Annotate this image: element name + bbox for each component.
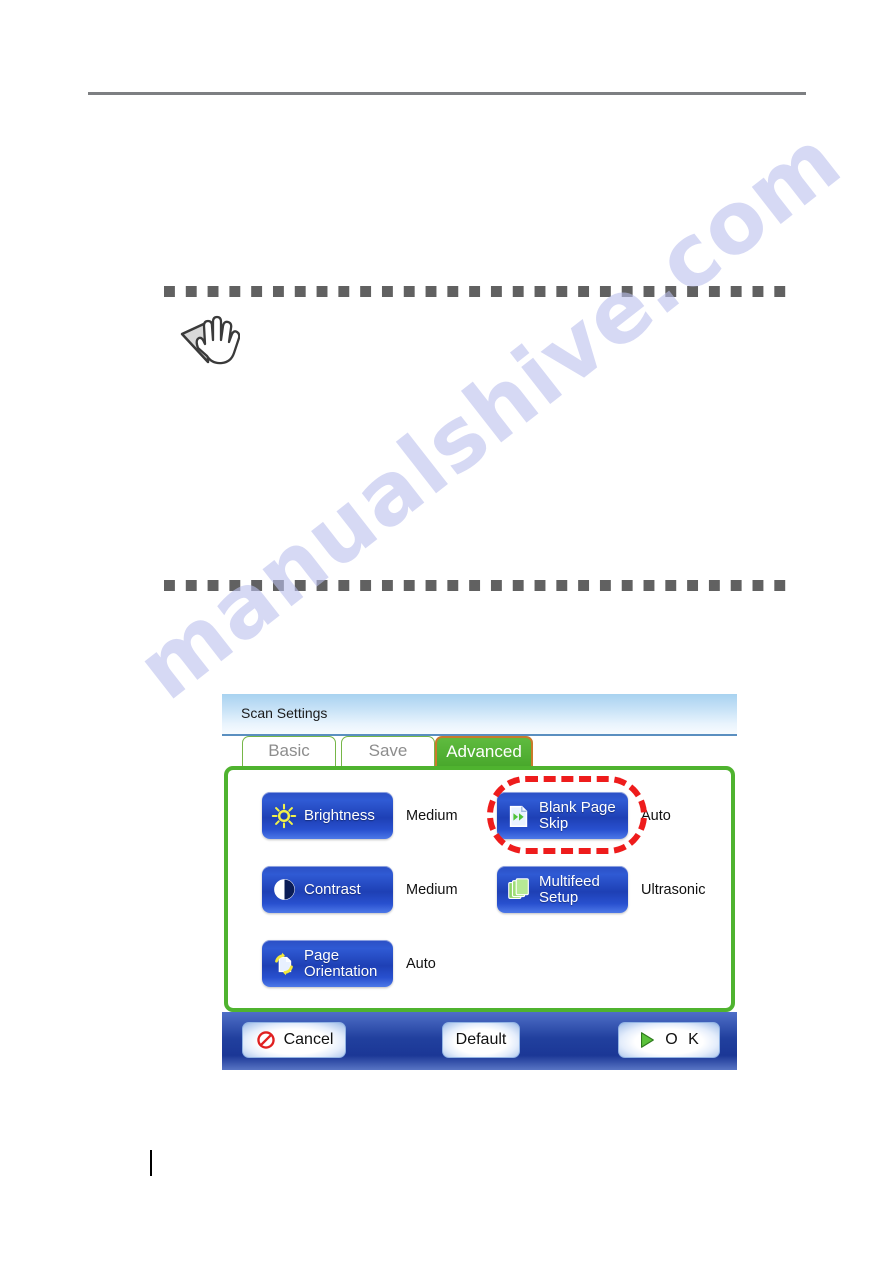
setting-row-contrast: Contrast Medium xyxy=(262,866,458,913)
contrast-value: Medium xyxy=(406,881,458,898)
multifeed-setup-value: Ultrasonic xyxy=(641,881,706,898)
cancel-button[interactable]: Cancel xyxy=(242,1022,346,1058)
sun-icon xyxy=(269,801,299,831)
default-button-label: Default xyxy=(455,1031,507,1048)
stacked-pages-icon xyxy=(504,875,534,905)
hand-pointer-icon xyxy=(178,312,241,368)
tab-basic[interactable]: Basic xyxy=(242,736,336,766)
page-orientation-label-line2: Orientation xyxy=(304,962,378,980)
brightness-button[interactable]: Brightness xyxy=(262,792,393,839)
dialog-header: Scan Settings xyxy=(222,694,737,736)
page-rotate-icon xyxy=(269,949,299,979)
default-button[interactable]: Default xyxy=(442,1022,520,1058)
scan-settings-dialog: Scan Settings Basic Save Advanced Bright… xyxy=(222,694,737,1078)
multifeed-setup-label-line1: Multifeed xyxy=(539,872,600,890)
setting-row-brightness: Brightness Medium xyxy=(262,792,458,839)
brightness-label: Brightness xyxy=(304,806,375,824)
page-header-rule xyxy=(88,92,806,95)
tab-save[interactable]: Save xyxy=(341,736,435,766)
note-separator-top xyxy=(164,286,796,297)
setting-row-page-orientation: Page Orientation Auto xyxy=(262,940,436,987)
note-separator-bottom xyxy=(164,580,796,591)
tab-strip: Basic Save Advanced xyxy=(222,736,737,766)
page-footer-tick xyxy=(150,1150,152,1176)
prohibition-icon xyxy=(255,1029,277,1051)
ok-button-label: O K xyxy=(665,1031,702,1048)
blank-page-skip-highlight xyxy=(487,776,647,854)
page-orientation-button[interactable]: Page Orientation xyxy=(262,940,393,987)
multifeed-setup-label-line2: Setup xyxy=(539,888,579,906)
contrast-button[interactable]: Contrast xyxy=(262,866,393,913)
setting-row-multifeed-setup: Multifeed Setup Ultrasonic xyxy=(497,866,705,913)
ok-button[interactable]: O K xyxy=(618,1022,720,1058)
advanced-settings-panel: Brightness Medium Contrast Medium Page O… xyxy=(224,766,735,1012)
page-orientation-value: Auto xyxy=(406,955,436,972)
contrast-label: Contrast xyxy=(304,880,361,898)
dialog-title: Scan Settings xyxy=(241,705,328,721)
play-triangle-icon xyxy=(636,1029,658,1051)
brightness-value: Medium xyxy=(406,807,458,824)
page-orientation-label-line1: Page xyxy=(304,946,340,964)
cancel-button-label: Cancel xyxy=(283,1031,334,1048)
dialog-footer: Cancel Default O K xyxy=(222,1012,737,1070)
tab-advanced[interactable]: Advanced xyxy=(435,736,533,766)
contrast-circle-icon xyxy=(269,875,299,905)
watermark-text: manualshive.com xyxy=(119,110,860,720)
multifeed-setup-button[interactable]: Multifeed Setup xyxy=(497,866,628,913)
